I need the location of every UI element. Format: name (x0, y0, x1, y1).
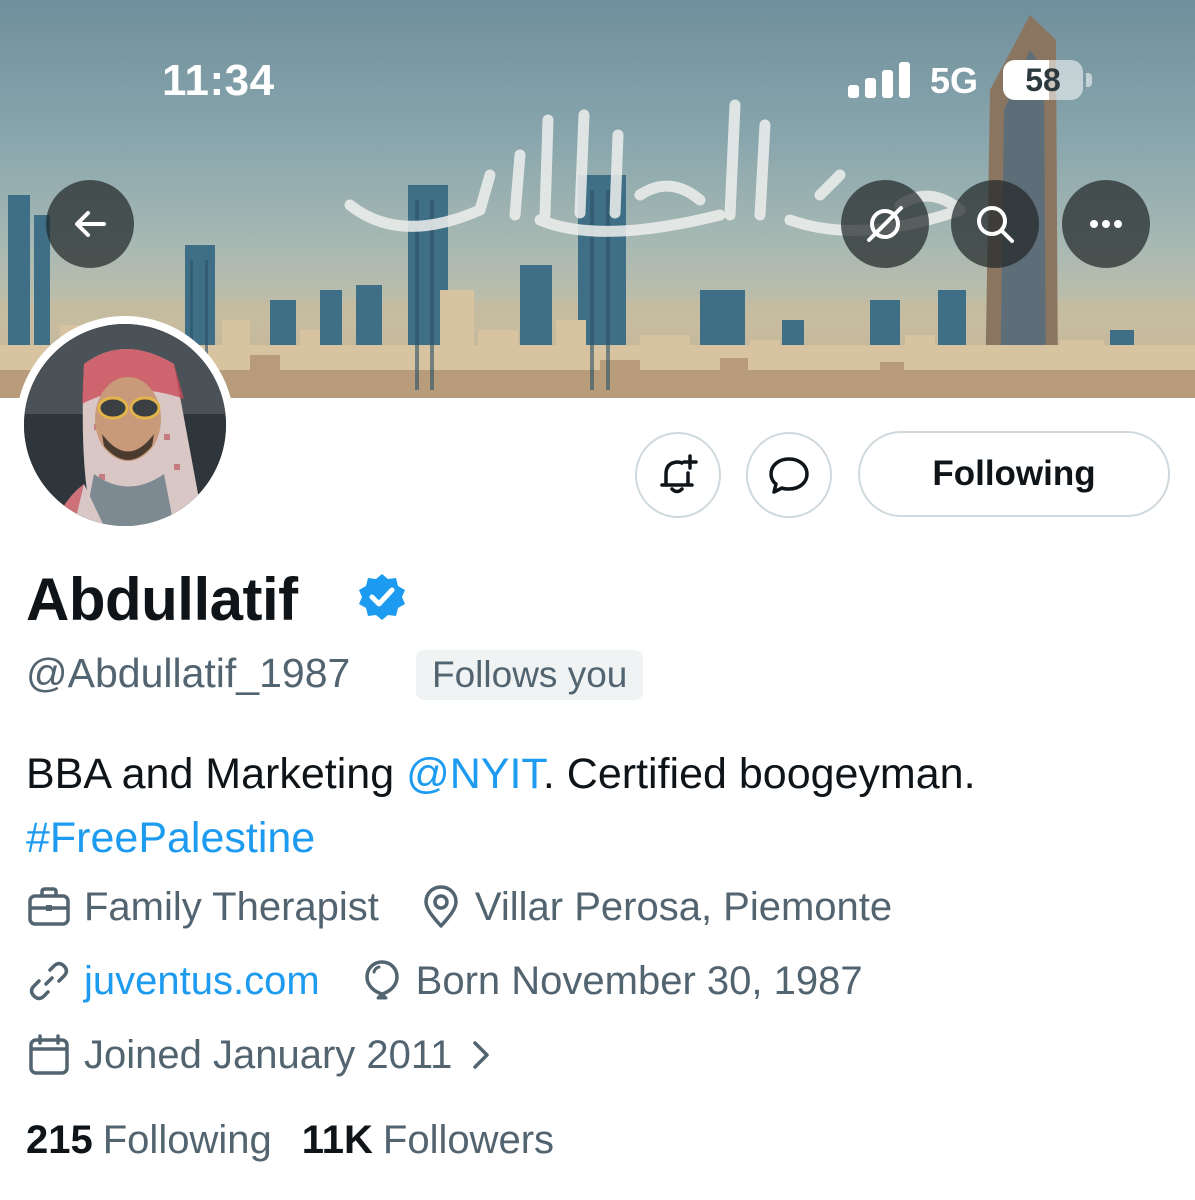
location-pin-icon (424, 885, 458, 928)
following-count-label: Following (102, 1118, 272, 1162)
profile-bio: BBA and Marketing @NYIT. Certified booge… (26, 742, 1176, 870)
location-text: Villar Perosa, Piemonte (474, 884, 893, 929)
balloon-icon (364, 960, 399, 1000)
website-link[interactable]: juventus.com (84, 959, 320, 1004)
more-options-button[interactable] (1062, 180, 1150, 268)
battery-percent: 58 (1025, 62, 1061, 98)
status-time: 11:34 (162, 56, 275, 105)
profession-item: Family Therapist (26, 884, 379, 930)
search-icon (977, 206, 1014, 243)
following-button[interactable]: Following (858, 431, 1170, 517)
followers-count: 11K (301, 1118, 373, 1162)
following-count-link[interactable]: 215 Following (26, 1118, 272, 1163)
bio-mention-link[interactable]: @NYIT (406, 750, 543, 798)
user-handle: @Abdullatif_1987 (26, 650, 351, 696)
joined-item[interactable]: Joined January 2011 (26, 1032, 496, 1078)
location-item: Villar Perosa, Piemonte (419, 884, 892, 930)
message-bubble-icon (769, 457, 809, 494)
profile-avatar[interactable] (16, 316, 234, 534)
followers-count-label: Followers (382, 1118, 555, 1162)
back-button[interactable] (46, 180, 134, 268)
battery-tip (1086, 73, 1092, 87)
more-dots-icon (1090, 220, 1122, 228)
grok-slash-icon (867, 206, 903, 242)
chevron-right-icon (473, 1041, 490, 1069)
briefcase-icon (28, 887, 70, 926)
follows-you-badge: Follows you (416, 650, 644, 700)
message-button[interactable] (746, 432, 832, 518)
joined-text: Joined January 2011 (84, 1032, 453, 1077)
person-photo-icon (24, 324, 226, 526)
bio-hashtag-link[interactable]: #FreePalestine (26, 814, 315, 862)
arrow-left-icon (75, 211, 106, 237)
bell-plus-icon (660, 454, 698, 494)
follow-counts: 215 Following 11K Followers (26, 1118, 554, 1163)
calendar-icon (29, 1034, 69, 1075)
search-button[interactable] (951, 180, 1039, 268)
network-type: 5G (930, 60, 979, 101)
following-count: 215 (26, 1118, 93, 1162)
link-icon (29, 961, 69, 1001)
birthday-item: Born November 30, 1987 (360, 958, 863, 1004)
cellular-signal-icon (848, 62, 912, 98)
verified-badge-icon[interactable] (357, 572, 407, 622)
profession-text: Family Therapist (84, 884, 379, 929)
grok-button[interactable] (841, 180, 929, 268)
birthday-text: Born November 30, 1987 (415, 958, 863, 1003)
avatar-photo (24, 324, 226, 526)
battery-icon: 58 (1003, 60, 1083, 100)
display-name: Abdullatif (26, 566, 298, 633)
followers-count-link[interactable]: 11K Followers (302, 1118, 554, 1163)
profile-meta-row-2: juventus.com Born November 30, 1987 (26, 958, 863, 1004)
website-item[interactable]: juventus.com (26, 958, 320, 1004)
bio-text: BBA and Marketing (26, 750, 407, 798)
bio-text-2: . Certified boogeyman. (542, 750, 976, 798)
notifications-button[interactable] (635, 432, 721, 518)
profile-meta-row-3[interactable]: Joined January 2011 (26, 1032, 496, 1078)
profile-meta-row-1: Family Therapist Villar Perosa, Piemonte (26, 884, 892, 930)
